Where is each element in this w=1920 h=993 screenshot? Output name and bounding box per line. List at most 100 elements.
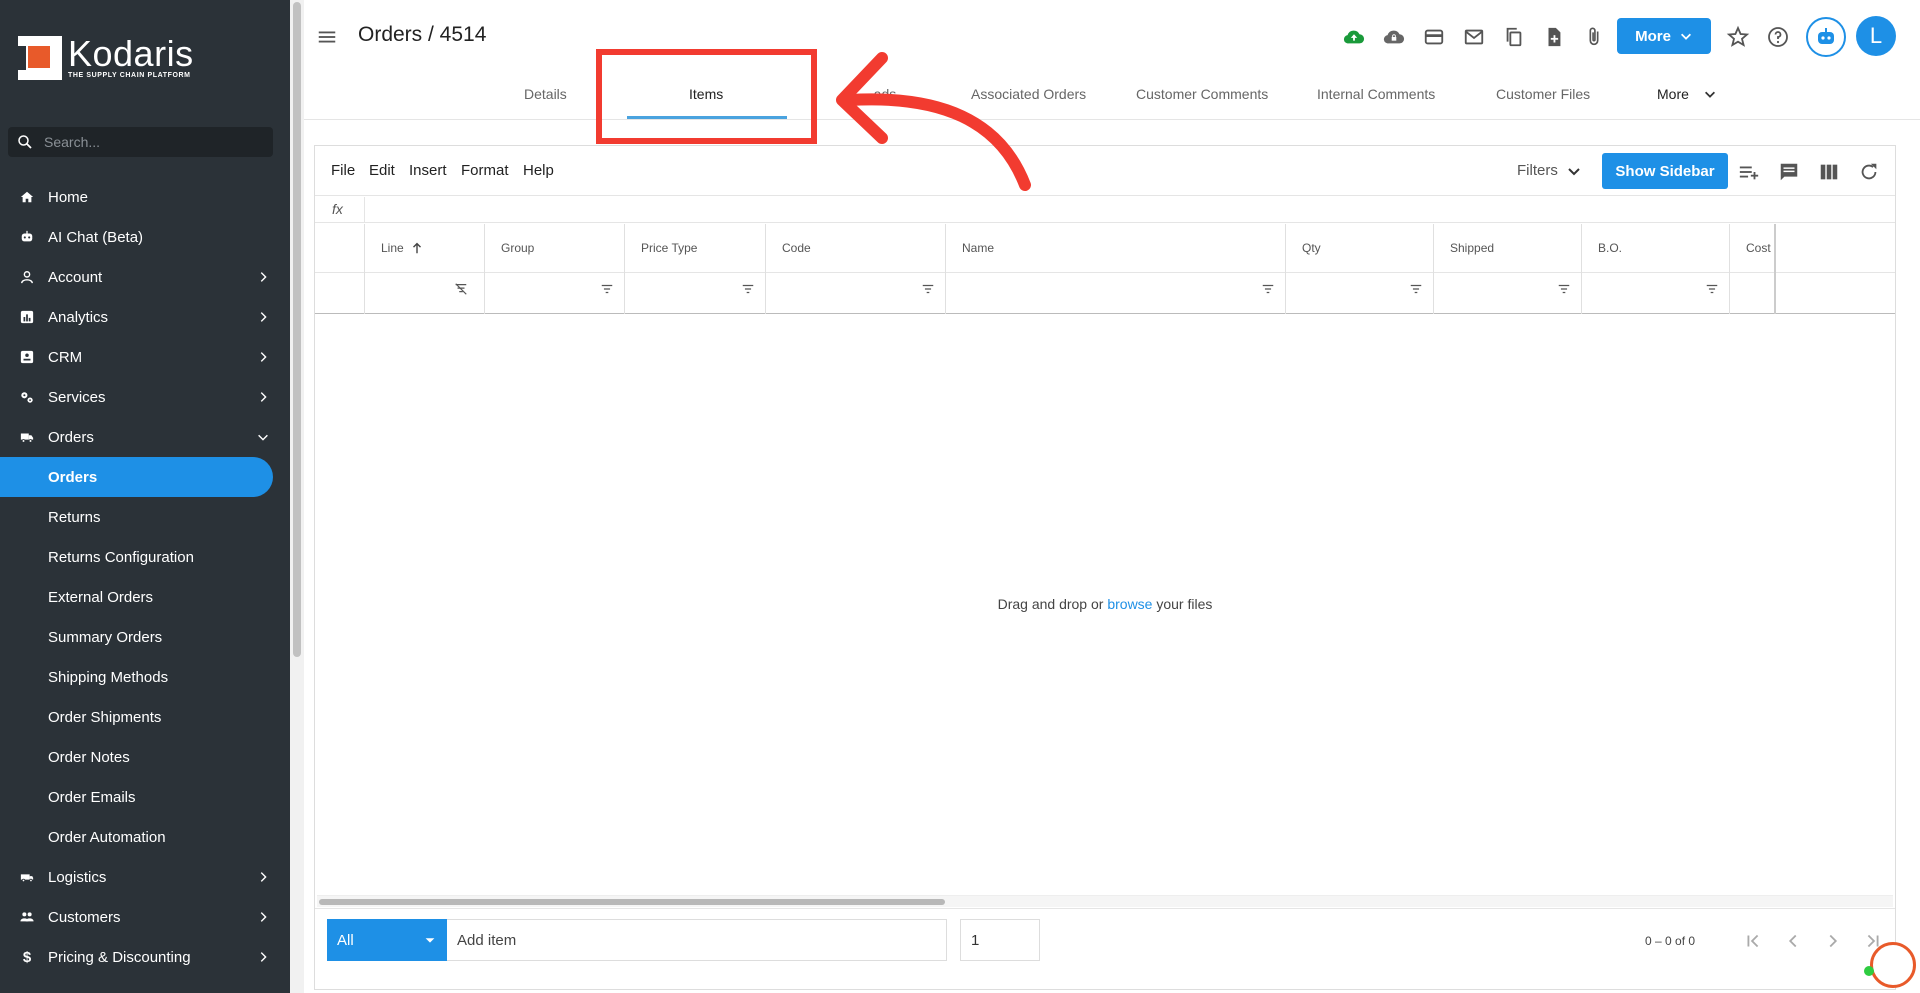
chevron-right-icon: [260, 272, 267, 282]
chevron-right-icon: [260, 952, 267, 962]
tab-customer-comments[interactable]: Customer Comments: [1136, 86, 1268, 102]
cloud-lock-icon[interactable]: [1374, 24, 1414, 50]
column-header-group[interactable]: Group: [485, 224, 625, 314]
filter-icon[interactable]: [600, 282, 614, 296]
column-header-bo[interactable]: B.O.: [1582, 224, 1730, 314]
browse-link[interactable]: browse: [1107, 596, 1152, 612]
filter-icon[interactable]: [1705, 282, 1719, 296]
sidebar-item-services[interactable]: Services: [0, 377, 290, 417]
column-header-cost[interactable]: Cost: [1730, 224, 1776, 314]
add-row-icon[interactable]: [1736, 159, 1762, 185]
menu-file[interactable]: File: [331, 162, 355, 179]
cloud-upload-icon[interactable]: [1334, 24, 1374, 50]
filter-icon[interactable]: [1557, 282, 1571, 296]
column-label: Price Type: [641, 241, 698, 255]
menu-icon[interactable]: [316, 26, 338, 48]
credit-card-icon[interactable]: [1414, 24, 1454, 50]
help-icon[interactable]: [1766, 25, 1790, 49]
column-header-shipped[interactable]: Shipped: [1434, 224, 1582, 314]
chevron-right-icon: [260, 312, 267, 322]
avatar[interactable]: L: [1856, 16, 1896, 56]
chevron-down-icon: [1704, 91, 1715, 98]
column-label: Group: [501, 241, 535, 255]
sidebar-subitem-order-automation[interactable]: Order Automation: [0, 817, 290, 857]
mail-icon[interactable]: [1454, 24, 1494, 50]
sidebar-item-label: Home: [48, 188, 89, 206]
sidebar-subitem-order-shipments[interactable]: Order Shipments: [0, 697, 290, 737]
first-page-icon[interactable]: [1741, 929, 1765, 953]
formula-bar[interactable]: fx: [315, 197, 1895, 223]
item-scope-select[interactable]: All: [327, 919, 447, 961]
menu-format[interactable]: Format: [461, 162, 509, 179]
sidebar-subitem-orders[interactable]: Orders: [0, 457, 273, 497]
sidebar-search[interactable]: [8, 127, 273, 157]
search-input[interactable]: [44, 134, 244, 150]
sidebar-item-label: Order Emails: [48, 788, 136, 806]
column-header-name[interactable]: Name: [946, 224, 1286, 314]
column-header-line[interactable]: Line: [365, 224, 485, 314]
sidebar-subitem-returns-configuration[interactable]: Returns Configuration: [0, 537, 290, 577]
horizontal-scrollbar[interactable]: [317, 895, 1893, 907]
brand-tagline: THE SUPPLY CHAIN PLATFORM: [68, 72, 191, 79]
spreadsheet-menubar: File Edit Insert Format Help Filters Sho…: [315, 146, 1895, 196]
refresh-icon[interactable]: [1856, 159, 1882, 185]
more-button[interactable]: More: [1617, 18, 1711, 54]
tab-more[interactable]: More: [1657, 86, 1717, 102]
column-header-price-type[interactable]: Price Type: [625, 224, 766, 314]
chevron-right-icon: [260, 392, 267, 402]
sidebar-item-account[interactable]: Account: [0, 257, 290, 297]
filter-icon[interactable]: [1409, 282, 1423, 296]
menu-edit[interactable]: Edit: [369, 162, 395, 179]
tab-details[interactable]: Details: [524, 86, 567, 102]
menu-help[interactable]: Help: [523, 162, 554, 179]
menu-insert[interactable]: Insert: [409, 162, 447, 179]
comment-icon[interactable]: [1776, 159, 1802, 185]
filters-dropdown[interactable]: Filters: [1517, 162, 1582, 179]
column-header-qty[interactable]: Qty: [1286, 224, 1434, 314]
sidebar-subitem-summary-orders[interactable]: Summary Orders: [0, 617, 290, 657]
sidebar-scrollbar[interactable]: [290, 0, 304, 993]
sidebar-item-home[interactable]: Home: [0, 177, 290, 217]
sidebar-item-label: Analytics: [48, 308, 109, 326]
tab-customer-files[interactable]: Customer Files: [1496, 86, 1590, 102]
sidebar-item-orders[interactable]: Orders: [0, 417, 290, 457]
sidebar-item-customers[interactable]: Customers: [0, 897, 290, 937]
user-icon: [18, 268, 36, 286]
sidebar-subitem-order-notes[interactable]: Order Notes: [0, 737, 290, 777]
sidebar-item-label: Summary Orders: [48, 628, 163, 646]
sidebar-item-logistics[interactable]: Logistics: [0, 857, 290, 897]
ai-assistant-icon[interactable]: [1806, 17, 1846, 57]
next-page-icon[interactable]: [1821, 929, 1845, 953]
add-item-qty-input[interactable]: 1: [960, 919, 1040, 961]
columns-icon[interactable]: [1816, 159, 1842, 185]
sidebar-subitem-external-orders[interactable]: External Orders: [0, 577, 290, 617]
row-number-header[interactable]: [315, 224, 365, 314]
copy-icon[interactable]: [1494, 24, 1534, 50]
filter-icon[interactable]: [1261, 282, 1275, 296]
sidebar-item-label: Customers: [48, 908, 121, 926]
sidebar-item-label: Orders: [48, 468, 98, 486]
previous-page-icon[interactable]: [1781, 929, 1805, 953]
filter-icon[interactable]: [921, 282, 935, 296]
sidebar-item-pricing[interactable]: $ Pricing & Discounting: [0, 937, 290, 977]
clear-filter-icon[interactable]: [454, 282, 468, 296]
sidebar-item-crm[interactable]: CRM: [0, 337, 290, 377]
sidebar-subitem-order-emails[interactable]: Order Emails: [0, 777, 290, 817]
kodaris-logo[interactable]: Kodaris THE SUPPLY CHAIN PLATFORM: [18, 36, 194, 80]
tab-internal-comments[interactable]: Internal Comments: [1317, 86, 1435, 102]
star-icon[interactable]: [1726, 25, 1750, 49]
add-item-input[interactable]: Add item: [447, 919, 947, 961]
show-sidebar-button[interactable]: Show Sidebar: [1602, 153, 1728, 189]
support-chat-icon[interactable]: [1870, 942, 1916, 988]
sidebar-item-ai-chat[interactable]: AI Chat (Beta): [0, 217, 290, 257]
sidebar-subitem-shipping-methods[interactable]: Shipping Methods: [0, 657, 290, 697]
tab-more-label: More: [1657, 86, 1689, 102]
column-header-code[interactable]: Code: [766, 224, 946, 314]
file-drop-zone[interactable]: Drag and drop or browse your files: [315, 596, 1895, 612]
sidebar-item-analytics[interactable]: Analytics: [0, 297, 290, 337]
sidebar-item-label: Order Automation: [48, 828, 166, 846]
attachment-icon[interactable]: [1574, 24, 1614, 50]
add-document-icon[interactable]: [1534, 24, 1574, 50]
sidebar-subitem-returns[interactable]: Returns: [0, 497, 290, 537]
filter-icon[interactable]: [741, 282, 755, 296]
